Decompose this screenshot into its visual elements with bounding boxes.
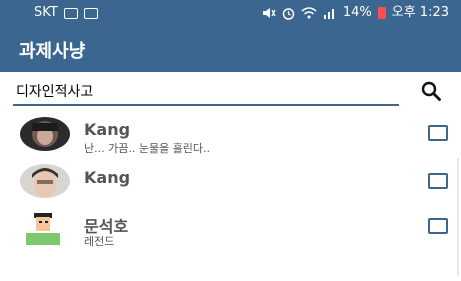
mute-icon <box>262 8 276 18</box>
alarm-icon <box>282 7 295 20</box>
contact-name: Kang <box>84 120 131 139</box>
select-checkbox[interactable] <box>428 125 448 141</box>
contact-status: 난... 가끔.. 눈물을 흘린다.. <box>84 142 211 155</box>
contact-name: Kang <box>84 168 131 187</box>
contact-status: 레전드 <box>84 235 115 248</box>
list-item[interactable]: Kang <box>0 160 461 210</box>
search-input[interactable] <box>14 80 396 102</box>
carrier-label: SKT <box>34 5 58 20</box>
avatar <box>20 211 70 245</box>
app-bar: 과제사냥 <box>0 26 461 72</box>
avatar <box>20 164 70 198</box>
select-checkbox[interactable] <box>428 173 448 189</box>
status-right: 14% 오후 1:23 <box>262 0 449 26</box>
avatar <box>20 117 70 151</box>
message-icon <box>83 7 98 19</box>
scrollbar[interactable] <box>457 158 459 276</box>
status-bar: SKT 14% 오후 1:23 <box>0 0 461 26</box>
battery-icon <box>377 7 386 19</box>
search-icon[interactable] <box>420 80 442 102</box>
app-title: 과제사냥 <box>19 41 86 62</box>
list-item[interactable]: 문석호 레전드 <box>0 207 461 257</box>
select-checkbox[interactable] <box>428 218 448 234</box>
list-item[interactable]: Kang 난... 가끔.. 눈물을 흘린다.. <box>0 113 461 163</box>
clock: 오후 1:23 <box>391 5 449 20</box>
battery-percent: 14% <box>342 5 372 20</box>
gallery-icon <box>63 7 78 19</box>
wifi-icon <box>301 7 317 19</box>
status-left: SKT <box>34 0 98 26</box>
search-underline <box>13 104 399 106</box>
signal-icon <box>323 9 334 19</box>
